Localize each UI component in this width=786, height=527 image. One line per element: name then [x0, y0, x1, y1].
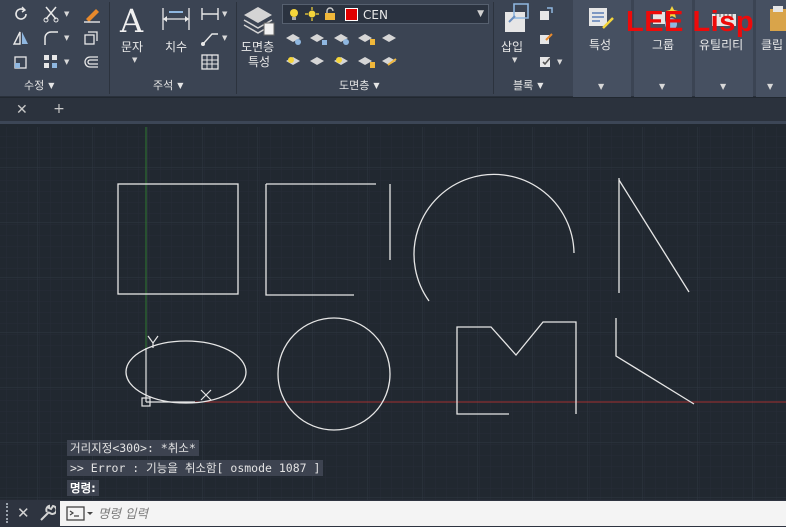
file-tab-strip: ✕ +: [0, 98, 786, 124]
leader-icon[interactable]: [200, 29, 220, 47]
layer-color-swatch: [345, 8, 358, 21]
recent-commands-icon[interactable]: [66, 506, 94, 521]
properties-panel[interactable]: 특성 ▼: [573, 0, 631, 97]
linear-dim-icon[interactable]: [200, 5, 220, 23]
block-panel: 삽입 ▼ ▼ 블록 ▼: [494, 0, 572, 97]
modify-panel-label[interactable]: 수정 ▼: [24, 77, 54, 93]
command-prompt-line: 명령:: [67, 480, 99, 496]
layers-panel-label[interactable]: 도면층 ▼: [339, 77, 380, 93]
layer-thaw-icon[interactable]: [305, 7, 319, 21]
text-icon[interactable]: A: [120, 2, 143, 40]
fillet-dropdown-icon[interactable]: ▼: [64, 34, 69, 42]
new-tab-button[interactable]: +: [51, 101, 67, 117]
lee-lisp-watermark: LEE Lisp: [626, 6, 755, 38]
explode-icon[interactable]: [82, 29, 100, 47]
offset-icon[interactable]: [82, 53, 100, 71]
ribbon: ▼ ▼ ▼ 수정 ▼ A 문자 ▼ 치수 ▼ ▼ 주석 ▼ 도면층 특성 CEN…: [0, 0, 786, 97]
tab-close-button[interactable]: ✕: [16, 102, 28, 118]
properties-expand-icon[interactable]: ▼: [598, 82, 604, 91]
command-input-box[interactable]: [60, 501, 786, 526]
properties-panel-label: 특성: [589, 38, 612, 52]
layer-dropdown[interactable]: CEN ▼: [282, 4, 489, 24]
create-block-icon[interactable]: [538, 6, 554, 22]
fillet-icon[interactable]: [42, 29, 60, 47]
text-button-label[interactable]: 문자: [121, 40, 143, 54]
groups-expand-icon[interactable]: ▼: [659, 82, 665, 91]
table-icon[interactable]: [200, 53, 220, 71]
utilities-expand-icon[interactable]: ▼: [720, 82, 726, 91]
customize-wrench-icon[interactable]: [38, 503, 56, 523]
dimension-button-label[interactable]: 치수: [165, 40, 187, 54]
annotation-panel: A 문자 ▼ 치수 ▼ ▼ 주석 ▼: [110, 0, 236, 97]
linear-dim-dropdown-icon[interactable]: ▼: [222, 10, 227, 18]
block-attribute-icon[interactable]: [538, 53, 554, 69]
annotation-panel-label[interactable]: 주석 ▼: [153, 77, 183, 93]
layer-properties-icon[interactable]: [242, 3, 276, 37]
clipboard-panel[interactable]: 클립 ▼: [756, 0, 786, 97]
text-dropdown-icon[interactable]: ▼: [132, 56, 137, 64]
rotate-icon[interactable]: [12, 5, 30, 23]
layer-on-icon[interactable]: [287, 7, 301, 21]
command-line-grip-handle[interactable]: [6, 503, 10, 523]
insert-button-label[interactable]: 삽입: [501, 40, 523, 54]
command-line-close-button[interactable]: ✕: [17, 504, 30, 522]
modify-panel: ▼ ▼ ▼ 수정 ▼: [0, 0, 109, 97]
layer-tools-row-2[interactable]: [284, 53, 404, 71]
block-panel-label[interactable]: 블록 ▼: [513, 77, 543, 93]
block-attribute-dropdown-icon[interactable]: ▼: [557, 58, 562, 66]
array-dropdown-icon[interactable]: ▼: [64, 58, 69, 66]
layer-tools-row-1[interactable]: [284, 30, 404, 48]
command-input[interactable]: [98, 502, 778, 525]
clipboard-expand-icon[interactable]: ▼: [767, 82, 773, 91]
groups-panel-label: 그룹: [652, 38, 675, 52]
edit-block-icon[interactable]: [538, 30, 554, 46]
layer-unlock-icon[interactable]: [323, 7, 337, 21]
leader-dropdown-icon[interactable]: ▼: [222, 34, 227, 42]
current-layer-name: CEN: [363, 8, 388, 22]
command-line-bar: ✕: [0, 500, 786, 527]
array-icon[interactable]: [42, 53, 60, 71]
stretch-icon[interactable]: [12, 53, 30, 71]
command-history-line: 거리지정<300>: *취소*: [67, 440, 199, 456]
clipboard-icon: [770, 6, 786, 31]
utilities-panel-label: 유틸리티: [699, 38, 744, 52]
erase-icon[interactable]: [82, 5, 102, 23]
command-history-line: >> Error : 기능을 취소함[ osmode 1087 ]: [67, 460, 324, 476]
trim-icon[interactable]: [42, 5, 60, 23]
layer-properties-label-2[interactable]: 특성: [248, 55, 270, 69]
insert-dropdown-icon[interactable]: ▼: [512, 56, 517, 64]
clipboard-panel-label: 클립: [761, 38, 784, 52]
insert-block-icon[interactable]: [502, 2, 534, 36]
properties-icon: [589, 8, 614, 29]
dimension-icon[interactable]: [160, 6, 192, 32]
trim-dropdown-icon[interactable]: ▼: [64, 10, 69, 18]
mirror-icon[interactable]: [12, 29, 30, 47]
layer-dropdown-arrow-icon[interactable]: ▼: [477, 9, 484, 19]
layer-properties-label-1[interactable]: 도면층: [241, 40, 274, 54]
